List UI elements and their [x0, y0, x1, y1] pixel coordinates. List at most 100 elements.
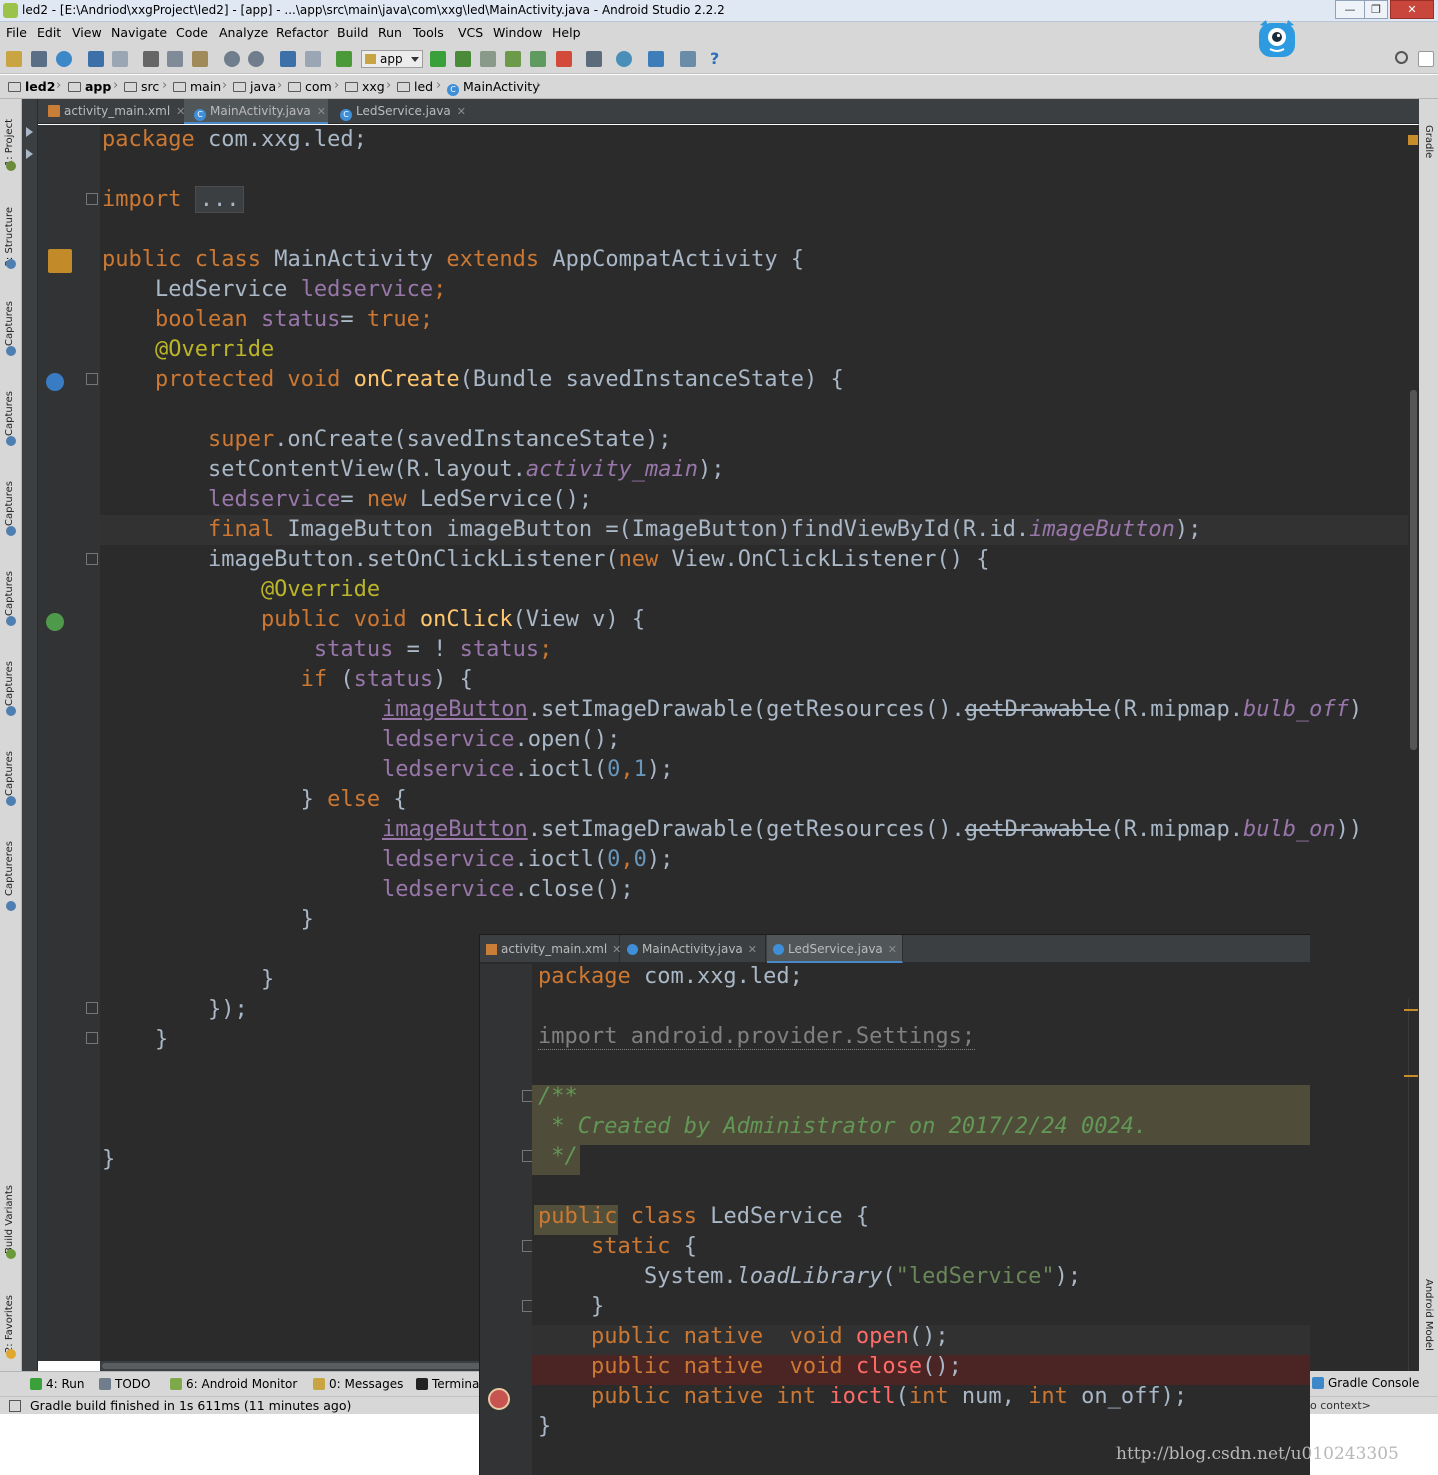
menu-window[interactable]: Window [493, 25, 542, 40]
fold-expand-icon[interactable] [86, 193, 98, 205]
breadcrumb-app[interactable]: app [68, 79, 111, 94]
debug-icon[interactable] [455, 51, 471, 67]
breadcrumb-mainactivity[interactable]: C MainActivity [447, 79, 540, 96]
scrollbar-thumb[interactable] [1410, 390, 1417, 750]
find-icon[interactable] [224, 51, 240, 67]
tab-ledservice-java[interactable]: C LedService.java ✕ [330, 99, 466, 124]
fold-collapse-icon[interactable] [86, 553, 98, 565]
maximize-button[interactable]: ❐ [1364, 0, 1388, 19]
tab-mainactivity-java[interactable]: C MainActivity.java ✕ [184, 99, 328, 124]
tool-captures-2[interactable]: Captures [4, 391, 15, 436]
toggle-tool-windows-icon[interactable] [9, 1400, 21, 1412]
breadcrumb-java[interactable]: java [233, 79, 276, 94]
open-icon[interactable] [6, 51, 22, 67]
copy-icon[interactable] [167, 51, 183, 67]
sdk-manager-icon[interactable] [616, 51, 632, 67]
tool-project[interactable]: 1: Project [4, 119, 15, 166]
menu-help[interactable]: Help [552, 25, 581, 40]
tool-gradle-console[interactable]: Gradle Console [1312, 1376, 1419, 1390]
apply-changes-icon[interactable] [505, 51, 521, 67]
tool-build-variants[interactable]: Build Variants [4, 1185, 15, 1254]
forward-icon[interactable] [305, 51, 321, 67]
breadcrumb-led2[interactable]: led2 [8, 79, 55, 94]
status-context[interactable]: o context> [1310, 1399, 1371, 1412]
menu-tools[interactable]: Tools [413, 25, 444, 40]
close-button[interactable]: ✕ [1390, 0, 1434, 19]
breadcrumb-xxg[interactable]: xxg [345, 79, 385, 94]
device-monitor-icon[interactable] [680, 51, 696, 67]
back-icon[interactable] [280, 51, 296, 67]
cut-icon[interactable] [143, 51, 159, 67]
tool-android-model[interactable]: Android Model [1423, 1279, 1434, 1351]
error-icon[interactable] [488, 1388, 510, 1410]
overlay-scrollbar[interactable] [1408, 999, 1419, 1371]
tool-favorites[interactable]: 2: Favorites [4, 1295, 15, 1353]
code-editor-ledservice[interactable]: package com.xxg.led; import android.prov… [532, 964, 1310, 1475]
help-icon[interactable]: ? [710, 51, 726, 67]
overlay-tab-mainactivity-java[interactable]: MainActivity.java ✕ [621, 935, 766, 963]
tool-captures-1[interactable]: Captures [4, 301, 15, 346]
tool-messages[interactable]: 0: Messages [313, 1377, 403, 1391]
breadcrumb-main[interactable]: main [173, 79, 221, 94]
menu-edit[interactable]: Edit [37, 25, 61, 40]
avd-manager-icon[interactable] [586, 51, 602, 67]
tool-captures-4[interactable]: Captures [4, 571, 15, 616]
tool-captureres[interactable]: Captureres [4, 841, 15, 896]
tool-todo[interactable]: TODO [99, 1377, 150, 1391]
overlay-tab-ledservice-java[interactable]: LedService.java ✕ [767, 935, 903, 963]
close-tab-icon[interactable]: ✕ [748, 943, 757, 956]
tool-run[interactable]: 4: Run [30, 1377, 85, 1391]
paste-icon[interactable] [192, 51, 208, 67]
attach-debugger-icon[interactable] [530, 51, 546, 67]
menu-analyze[interactable]: Analyze [219, 25, 268, 40]
tool-captures-6[interactable]: Captures [4, 751, 15, 796]
tool-gradle[interactable]: Gradle [1423, 125, 1434, 158]
coverage-icon[interactable] [480, 51, 496, 67]
project-structure-icon[interactable] [648, 51, 664, 67]
replace-icon[interactable] [248, 51, 264, 67]
overlay-tab-activity-main-xml[interactable]: activity_main.xml ✕ [480, 935, 621, 963]
layout-file-icon[interactable] [48, 249, 72, 273]
breadcrumb-com[interactable]: com [288, 79, 332, 94]
stop-icon[interactable] [556, 51, 572, 67]
menu-file[interactable]: File [6, 25, 27, 40]
warning-marker[interactable] [1404, 1009, 1418, 1011]
override-method-icon[interactable] [46, 373, 64, 391]
sync-icon[interactable] [56, 51, 72, 67]
tab-activity-main-xml[interactable]: activity_main.xml ✕ [38, 99, 185, 124]
run-config-select[interactable]: app [361, 50, 423, 68]
tool-terminal[interactable]: Terminal [416, 1377, 483, 1391]
menu-navigate[interactable]: Navigate [111, 25, 167, 40]
folded-imports[interactable]: ... [194, 186, 245, 213]
tool-captures-5[interactable]: Captures [4, 661, 15, 706]
fold-collapse-icon[interactable] [86, 373, 98, 385]
fold-end-icon[interactable] [86, 1032, 98, 1044]
minimize-button[interactable]: — [1335, 0, 1365, 19]
redo-icon[interactable] [112, 51, 128, 67]
save-icon[interactable] [31, 51, 47, 67]
menu-run[interactable]: Run [378, 25, 402, 40]
menu-vcs[interactable]: VCS [458, 25, 483, 40]
make-icon[interactable] [336, 51, 352, 67]
close-tab-icon[interactable]: ✕ [457, 105, 466, 118]
menu-refactor[interactable]: Refactor [276, 25, 328, 40]
breadcrumb-src[interactable]: src [124, 79, 159, 94]
close-tab-icon[interactable]: ✕ [317, 105, 326, 118]
warning-marker[interactable] [1404, 1075, 1418, 1077]
expand-arrow-icon[interactable] [26, 127, 33, 137]
expand-arrow-icon[interactable] [26, 149, 33, 159]
menu-code[interactable]: Code [176, 25, 208, 40]
close-tab-icon[interactable]: ✕ [888, 943, 897, 956]
menu-build[interactable]: Build [337, 25, 368, 40]
search-everywhere-icon[interactable] [1395, 51, 1408, 64]
tool-android-monitor[interactable]: 6: Android Monitor [170, 1377, 297, 1391]
warning-marker[interactable] [1408, 135, 1418, 145]
close-tab-icon[interactable]: ✕ [612, 943, 621, 956]
run-icon[interactable] [430, 51, 446, 67]
implement-method-icon[interactable] [46, 613, 64, 631]
breadcrumb-led[interactable]: led [397, 79, 433, 94]
fold-end-icon[interactable] [86, 1002, 98, 1014]
tool-captures-3[interactable]: Captures [4, 481, 15, 526]
menu-view[interactable]: View [72, 25, 102, 40]
undo-icon[interactable] [88, 51, 104, 67]
